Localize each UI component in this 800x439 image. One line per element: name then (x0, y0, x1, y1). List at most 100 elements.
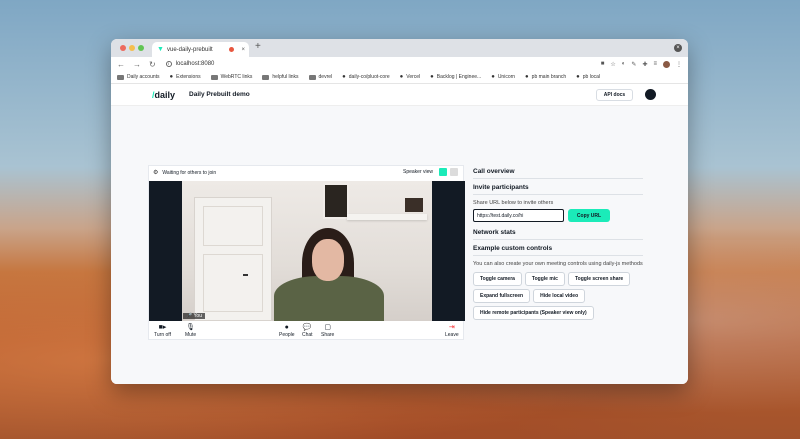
person-icon: ● (284, 324, 289, 331)
hide-local-video-button[interactable]: Hide local video (533, 289, 586, 303)
bookmark-label: Unicorn (497, 74, 516, 80)
bookmark-item[interactable]: ● pb local (576, 74, 600, 80)
site-info-icon[interactable]: i (165, 61, 172, 67)
folder-icon (308, 74, 316, 80)
copy-url-button[interactable]: Copy URL (568, 209, 610, 222)
speaker-view-icon[interactable] (439, 168, 447, 176)
bookmark-item[interactable]: helpful links (262, 74, 299, 80)
video-shelf (347, 198, 427, 220)
bookmark-label: pb local (582, 74, 600, 80)
custom-controls-heading: Example custom controls (473, 245, 643, 256)
bookmark-item[interactable]: ● Backlog | Enginee... (430, 74, 481, 80)
app-header: /daily Daily Prebuilt demo API docs (111, 84, 688, 106)
pen-icon[interactable]: ✎ (631, 61, 636, 68)
bookmark-label: Backlog | Enginee... (436, 74, 482, 80)
video-door (194, 197, 272, 321)
video-feed (182, 181, 432, 321)
reload-icon[interactable]: ↻ (149, 60, 156, 69)
browser-toolbar: ← → ↻ i localhost:8080 ■ ☆ ◐ ✎ ✚ ≡ ⋮ (111, 57, 688, 71)
call-sidebar: Call overview Invite participants Share … (473, 165, 643, 320)
daily-logo[interactable]: /daily (152, 90, 175, 100)
invite-helper-text: Share URL below to invite others (473, 200, 554, 206)
tab-title: vue-daily-prebuilt (167, 46, 213, 53)
gear-icon[interactable]: ⚙ (153, 169, 158, 176)
bookmarks-bar: Daily accounts ● Extensions WebRTC links hel… (111, 71, 688, 84)
video-person-face (312, 239, 344, 281)
camera-toggle-button[interactable]: ■▸ Turn off (154, 323, 171, 338)
bookmark-label: Extensions (176, 74, 201, 80)
invite-url-field[interactable] (473, 209, 564, 222)
bookmark-label: pb main branch (531, 74, 567, 80)
bookmark-label: devrel (318, 74, 333, 80)
vue-favicon-icon: ▼ (157, 45, 164, 53)
people-button[interactable]: ● People (279, 323, 295, 338)
chat-button[interactable]: 💬 Chat (302, 323, 313, 338)
star-icon[interactable]: ☆ (610, 61, 615, 68)
call-frame: ⚙ Waiting for others to join Speaker vie… (148, 165, 465, 341)
toolbar-actions: ■ ☆ ◐ ✎ ✚ ≡ ⋮ (601, 60, 682, 68)
grid-view-icon[interactable] (450, 168, 458, 176)
folder-icon (117, 74, 124, 80)
page-title: Daily Prebuilt demo (189, 91, 250, 98)
browser-tab[interactable]: ▼ vue-daily-prebuilt × (152, 42, 249, 57)
new-tab-button[interactable]: + (255, 41, 261, 52)
tab-close-button[interactable]: × (241, 47, 245, 53)
window-minimize-dot[interactable] (129, 45, 135, 51)
video-wall-frame (323, 183, 349, 219)
invite-url-row: Copy URL (473, 209, 643, 222)
forward-arrow-icon[interactable]: → (133, 60, 141, 69)
window-zoom-dot[interactable] (138, 45, 144, 51)
mute-button[interactable]: 🎙 Mute (185, 323, 196, 338)
video-person-body (274, 276, 384, 321)
github-icon[interactable] (645, 89, 656, 100)
expand-fullscreen-button[interactable]: Expand fullscreen (473, 289, 531, 303)
extension-icon[interactable]: ◐ (622, 61, 626, 67)
bookmark-item[interactable]: ● Vercel (400, 74, 421, 80)
participant-name-tag: 🎤 You (183, 313, 205, 319)
bookmark-label: Daily accounts (127, 74, 160, 80)
toggle-camera-button[interactable]: Toggle camera (473, 272, 522, 286)
video-camera-icon: ■▸ (158, 324, 167, 331)
browser-window: ▼ vue-daily-prebuilt × + × ← → ↻ i local… (111, 39, 688, 384)
bookmark-item[interactable]: ● Extensions (170, 74, 201, 80)
view-mode-label: Speaker view (403, 169, 434, 175)
unicorn-icon: ● (491, 74, 495, 80)
window-close-dot[interactable] (120, 45, 126, 51)
toggle-screen-share-button[interactable]: Toggle screen share (567, 272, 631, 286)
camera-icon[interactable]: ■ (601, 61, 605, 67)
bookmark-item[interactable]: ● Unicorn (491, 74, 515, 80)
share-button[interactable]: ▢ Share (321, 323, 334, 338)
address-bar[interactable]: i localhost:8080 (165, 61, 214, 67)
puzzle-icon[interactable]: ✚ (642, 61, 647, 68)
chat-bubble-icon: 💬 (302, 324, 312, 331)
bookmark-item[interactable]: ● daily-co/pluot-core (342, 74, 389, 80)
github-icon: ● (342, 74, 346, 80)
bookmark-label: Vercel (406, 74, 421, 80)
browser-close-icon[interactable]: × (674, 44, 682, 52)
waiting-status: Waiting for others to join (162, 169, 217, 176)
recording-indicator-icon (229, 47, 235, 52)
vercel-icon: ● (399, 74, 404, 80)
local-video-tile: 🎤 You (149, 181, 465, 321)
call-controls: ■▸ Turn off 🎙 Mute ● People 💬 Chat ▢ Sha… (149, 323, 465, 341)
bookmark-item[interactable]: Daily accounts (117, 74, 160, 80)
bookmark-label: helpful links (272, 74, 299, 80)
back-arrow-icon[interactable]: ← (117, 60, 125, 69)
api-docs-button[interactable]: API docs (596, 89, 633, 101)
hide-remote-participants-button[interactable]: Hide remote participants (Speaker view o… (473, 306, 594, 320)
browser-tabbar: ▼ vue-daily-prebuilt × + × (111, 39, 688, 57)
bookmark-item[interactable]: devrel (308, 74, 333, 80)
bookmark-item[interactable]: WebRTC links (210, 74, 253, 80)
toggle-mic-button[interactable]: Toggle mic (524, 272, 565, 286)
custom-controls-helper: You can also create your own meeting con… (473, 261, 643, 267)
menu-list-icon[interactable]: ≡ (653, 61, 657, 67)
bookmark-label: WebRTC links (220, 74, 253, 80)
profile-avatar[interactable] (663, 60, 670, 68)
folder-icon (210, 74, 218, 80)
bookmark-item[interactable]: ● pb main branch (525, 74, 566, 80)
call-topbar: ⚙ Waiting for others to join Speaker vie… (149, 166, 463, 179)
custom-controls-buttons: Toggle camera Toggle mic Toggle screen s… (473, 272, 648, 320)
network-stats-heading[interactable]: Network stats (473, 229, 643, 240)
leave-button[interactable]: ⇥ Leave (445, 323, 459, 338)
more-vertical-icon[interactable]: ⋮ (676, 61, 682, 68)
